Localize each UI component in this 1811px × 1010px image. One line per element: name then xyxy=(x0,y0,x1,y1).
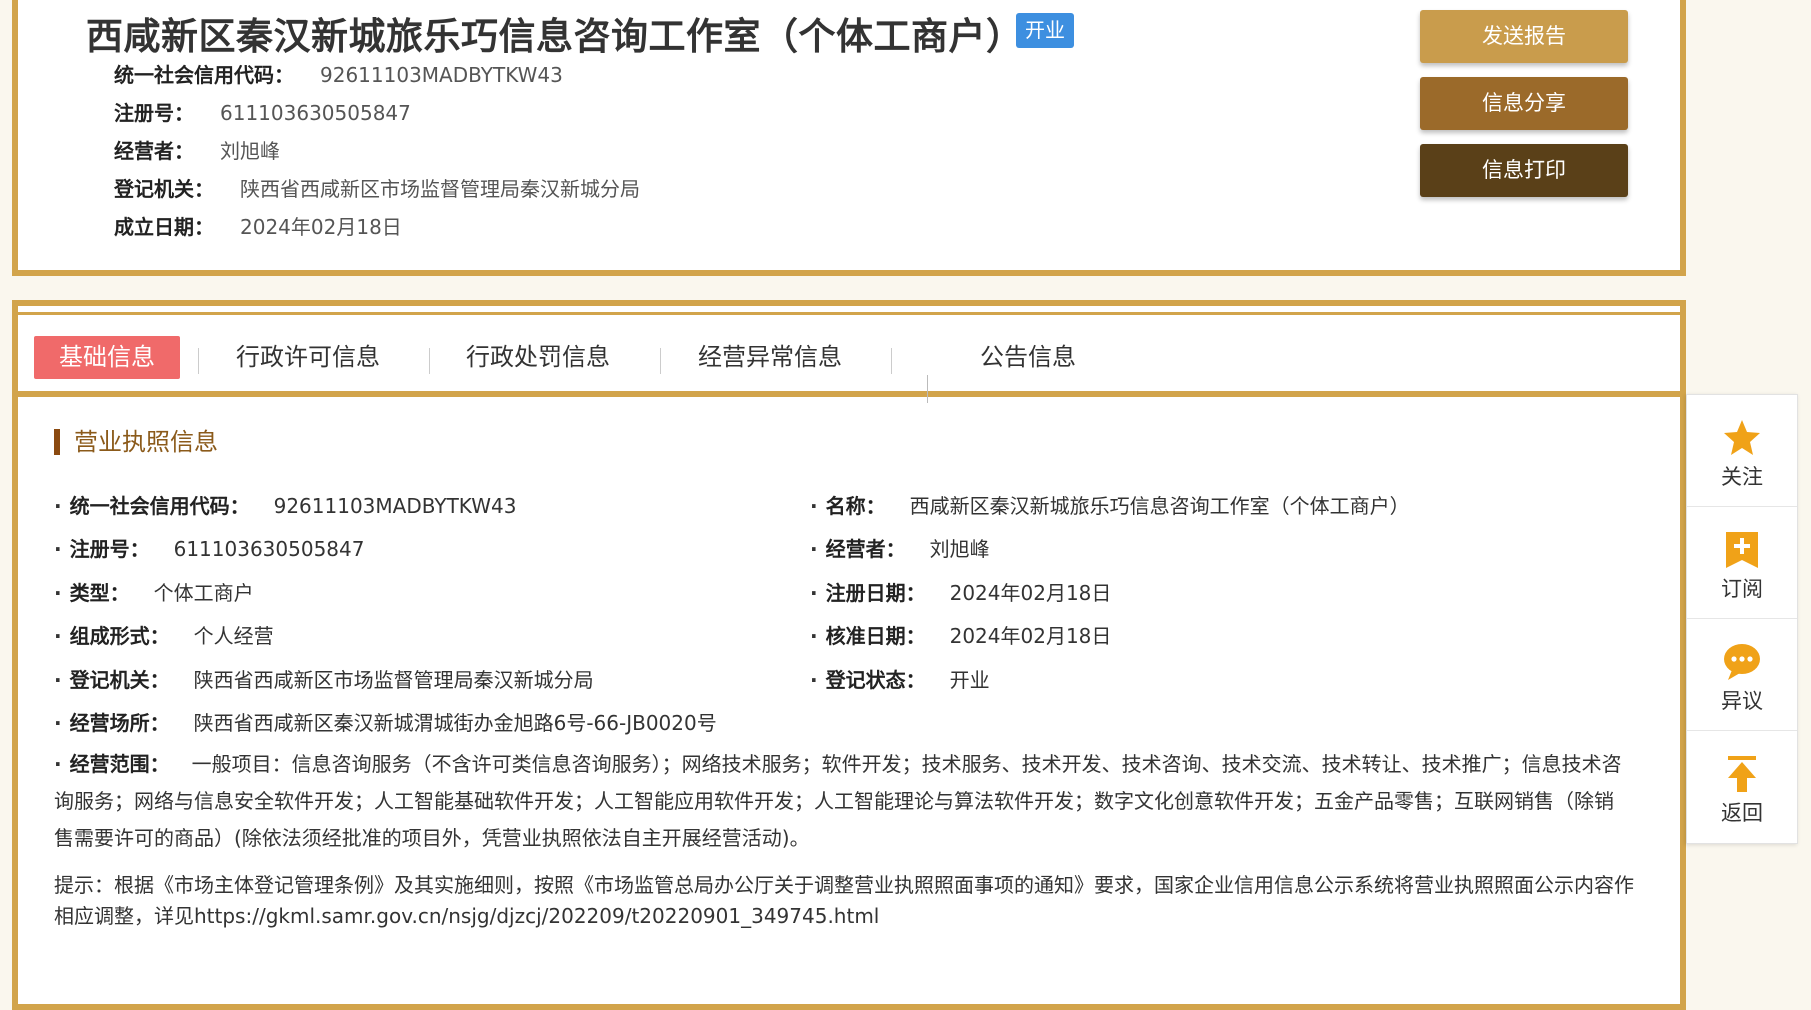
tab-basic-info[interactable]: 基础信息 xyxy=(34,336,180,379)
field-credit-code: · 统一社会信用代码： 92611103MADBYTKW43 xyxy=(54,494,517,518)
summary-credit-code-row: 统一社会信用代码： 92611103MADBYTKW43 xyxy=(114,56,640,94)
field-label: 经营场所： xyxy=(69,711,170,735)
field-value: 2024年02月18日 xyxy=(949,624,1112,648)
field-authority: · 登记机关： 陕西省西咸新区市场监督管理局秦汉新城分局 xyxy=(54,668,594,692)
follow-label: 关注 xyxy=(1721,465,1763,489)
objection-button[interactable]: 异议 xyxy=(1687,619,1797,731)
field-label: 注册号： xyxy=(69,537,150,561)
summary-label: 统一社会信用代码： xyxy=(114,63,294,87)
field-label: 经营范围： xyxy=(69,752,170,776)
tab-abnormal-operation[interactable]: 经营异常信息 xyxy=(680,336,860,379)
detail-card: 基础信息 行政许可信息 行政处罚信息 经营异常信息 公告信息 营业执照信息 · 统… xyxy=(12,300,1686,1010)
summary-label: 登记机关： xyxy=(114,177,214,201)
field-label: 核准日期： xyxy=(825,624,926,648)
field-value: 92611103MADBYTKW43 xyxy=(273,494,517,518)
summary-value: 2024年02月18日 xyxy=(240,215,402,239)
share-info-button[interactable]: 信息分享 xyxy=(1420,77,1628,130)
field-value: 陕西省西咸新区秦汉新城渭城街办金旭路6号-66-JB0020号 xyxy=(193,711,717,735)
back-label: 返回 xyxy=(1721,801,1763,825)
field-value: 开业 xyxy=(949,668,990,692)
field-operator: · 经营者： 刘旭峰 xyxy=(810,537,990,561)
tab-admin-license[interactable]: 行政许可信息 xyxy=(218,336,398,379)
tab-underline xyxy=(18,391,1680,397)
summary-value: 陕西省西咸新区市场监督管理局秦汉新城分局 xyxy=(240,177,640,201)
field-value: 2024年02月18日 xyxy=(949,581,1112,605)
summary-reg-no-row: 注册号： 611103630505847 xyxy=(114,94,640,132)
summary-label: 经营者： xyxy=(114,139,194,163)
field-value: 个人经营 xyxy=(193,624,274,648)
field-value: 陕西省西咸新区市场监督管理局秦汉新城分局 xyxy=(193,668,594,692)
objection-label: 异议 xyxy=(1721,689,1763,713)
float-toolbar: 关注 订阅 异议 返回 xyxy=(1686,394,1798,844)
summary-operator-row: 经营者： 刘旭峰 xyxy=(114,132,640,170)
summary-label: 注册号： xyxy=(114,101,194,125)
business-scope: · 经营范围： 一般项目：信息咨询服务（不含许可类信息咨询服务）；网络技术服务；软件… xyxy=(54,752,1622,850)
field-reg-date: · 注册日期： 2024年02月18日 xyxy=(810,581,1112,605)
status-badge: 开业 xyxy=(1016,13,1074,48)
field-value: 611103630505847 xyxy=(173,537,365,561)
field-value: 刘旭峰 xyxy=(929,537,990,561)
tab-separator xyxy=(198,348,199,374)
star-icon xyxy=(1724,420,1760,455)
notice-text: 提示：根据《市场主体登记管理条例》及其实施细则，按照《市场监管总局办公厅关于调整… xyxy=(54,873,1634,928)
field-type: · 类型： 个体工商户 xyxy=(54,581,254,605)
field-name: · 名称： 西咸新区秦汉新城旅乐巧信息咨询工作室（个体工商户） xyxy=(810,494,1410,518)
tab-separator xyxy=(891,348,892,374)
summary-info-list: 统一社会信用代码： 92611103MADBYTKW43 注册号： 61110363… xyxy=(114,56,640,246)
section-title: 营业执照信息 xyxy=(54,429,218,455)
follow-button[interactable]: 关注 xyxy=(1687,395,1797,507)
bookmark-plus-icon xyxy=(1726,532,1758,568)
field-label: 登记机关： xyxy=(69,668,170,692)
field-label: 统一社会信用代码： xyxy=(69,494,250,518)
tab-announcement[interactable]: 公告信息 xyxy=(948,336,1108,379)
summary-value: 刘旭峰 xyxy=(220,139,280,163)
tab-separator xyxy=(429,348,430,374)
print-info-button[interactable]: 信息打印 xyxy=(1420,144,1628,197)
arrow-up-icon xyxy=(1728,756,1756,792)
field-value: 个体工商户 xyxy=(153,581,254,605)
field-label: 类型： xyxy=(69,581,130,605)
summary-authority-row: 登记机关： 陕西省西咸新区市场监督管理局秦汉新城分局 xyxy=(114,170,640,208)
field-label: 名称： xyxy=(825,494,886,518)
field-label: 组成形式： xyxy=(69,624,170,648)
field-approval-date: · 核准日期： 2024年02月18日 xyxy=(810,624,1112,648)
back-to-top-button[interactable]: 返回 xyxy=(1687,731,1797,843)
field-composition: · 组成形式： 个人经营 xyxy=(54,624,274,648)
field-label: 注册日期： xyxy=(825,581,926,605)
field-label: 登记状态： xyxy=(825,668,926,692)
subscribe-label: 订阅 xyxy=(1721,577,1763,601)
field-value: 一般项目：信息咨询服务（不含许可类信息咨询服务）；网络技术服务；软件开发；技术服… xyxy=(54,752,1622,850)
send-report-button[interactable]: 发送报告 xyxy=(1420,10,1628,63)
field-premises: · 经营场所： 陕西省西咸新区秦汉新城渭城街办金旭路6号-66-JB0020号 xyxy=(54,711,717,735)
company-name-title: 西咸新区秦汉新城旅乐巧信息咨询工作室（个体工商户） xyxy=(86,15,1024,58)
company-summary-card: 西咸新区秦汉新城旅乐巧信息咨询工作室（个体工商户） 开业 统一社会信用代码： 92… xyxy=(12,0,1686,276)
summary-value: 92611103MADBYTKW43 xyxy=(320,63,563,87)
tab-bar: 基础信息 行政许可信息 行政处罚信息 经营异常信息 公告信息 xyxy=(18,315,1680,391)
divider xyxy=(927,375,928,403)
tab-separator xyxy=(660,348,661,374)
chat-bubble-icon xyxy=(1724,644,1760,680)
summary-established-row: 成立日期： 2024年02月18日 xyxy=(114,208,640,246)
field-reg-status: · 登记状态： 开业 xyxy=(810,668,990,692)
summary-label: 成立日期： xyxy=(114,215,214,239)
field-reg-no: · 注册号： 611103630505847 xyxy=(54,537,365,561)
field-label: 经营者： xyxy=(825,537,906,561)
field-value: 西咸新区秦汉新城旅乐巧信息咨询工作室（个体工商户） xyxy=(909,494,1410,518)
subscribe-button[interactable]: 订阅 xyxy=(1687,507,1797,619)
tab-admin-penalty[interactable]: 行政处罚信息 xyxy=(448,336,628,379)
summary-value: 611103630505847 xyxy=(220,101,411,125)
